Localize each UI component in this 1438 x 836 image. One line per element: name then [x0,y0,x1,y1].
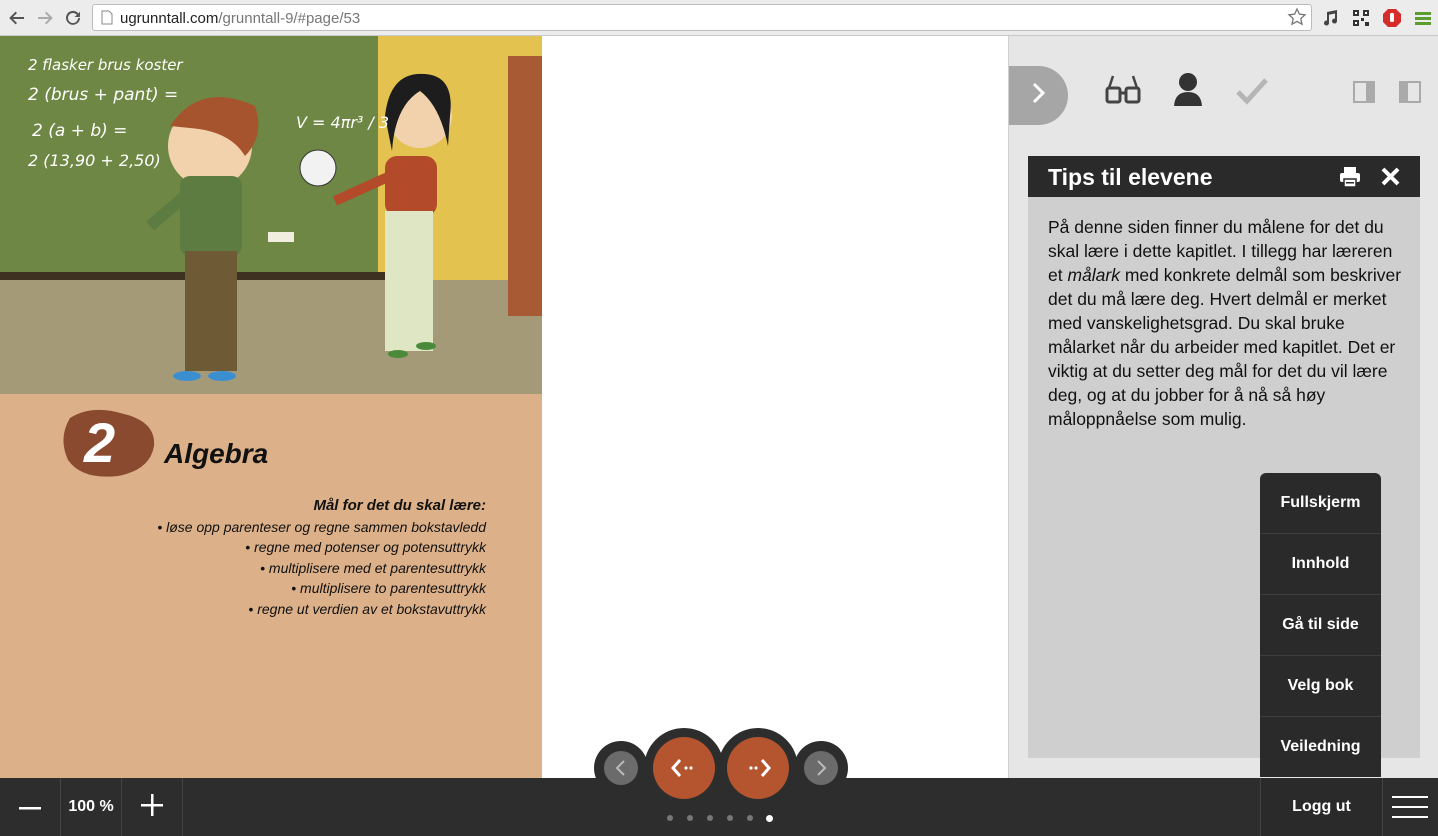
goal-item: • multiplisere to parentesuttrykk [291,580,486,596]
address-bar[interactable]: ugrunntall.com/grunntall-9/#page/53 [92,4,1312,31]
page-dot[interactable] [727,815,733,821]
layout-single-icon[interactable] [1353,81,1375,108]
tips-body: På denne siden finner du målene for det … [1048,215,1410,431]
chevron-right-icon [1032,82,1046,109]
close-icon[interactable] [1380,166,1401,192]
browser-toolbar: ugrunntall.com/grunntall-9/#page/53 [0,0,1438,36]
person-icon[interactable] [1171,72,1205,113]
menu-item-guide[interactable]: Veiledning [1260,717,1381,777]
menu-item-contents[interactable]: Innhold [1260,534,1381,595]
page-dot-active[interactable] [766,815,773,822]
chalkboard-formula: V = 4πr³ / 3 [296,113,389,132]
main-menu: Fullskjerm Innhold Gå til side Velg bok … [1260,473,1381,777]
reload-icon[interactable] [62,7,84,29]
star-icon[interactable] [1287,7,1307,32]
glasses-icon[interactable] [1105,74,1141,113]
goal-item: • regne med potenser og potensuttrykk [245,539,486,555]
page-dot[interactable] [667,815,673,821]
page-dot[interactable] [707,815,713,821]
goals-heading: Mål for det du skal lære: [313,497,486,514]
goal-item: • multiplisere med et parentesuttrykk [260,559,486,576]
chapter-goals: Mål for det du skal lære: • løse opp par… [157,496,486,619]
tips-text: med konkrete delmål som beskriver det du… [1048,265,1402,429]
menu-item-choose-book[interactable]: Velg bok [1260,656,1381,717]
chalkboard-line-3: 2 (a + b) = [32,121,127,141]
qr-icon[interactable] [1351,8,1371,28]
menu-item-goto-page[interactable]: Gå til side [1260,595,1381,656]
chapter-illustration: 2 flasker brus koster 2 (brus + pant) = … [0,36,542,394]
tips-title: Tips til elevene [1048,164,1213,190]
zoom-in-button[interactable] [122,778,183,836]
back-icon[interactable] [6,7,28,29]
hamburger-icon[interactable] [1392,796,1428,826]
page-icon [101,10,113,30]
tips-emphasis: målark [1067,265,1120,285]
next-spread-button[interactable] [727,737,789,799]
prev-spread-button[interactable] [653,737,715,799]
next-page-button[interactable] [804,751,838,785]
zoom-out-button[interactable] [0,778,61,836]
url-path: /grunntall-9/#page/53 [218,10,361,27]
menu-icon[interactable] [1413,8,1433,28]
adblock-icon[interactable] [1382,8,1402,28]
check-icon[interactable] [1235,76,1269,111]
goal-item: • løse opp parenteser og regne sammen bo… [157,518,486,535]
zoom-level: 100 % [61,778,122,836]
print-icon[interactable] [1339,166,1361,193]
chapter-number: 2 [84,411,116,474]
page-dot[interactable] [747,815,753,821]
layout-double-icon[interactable] [1399,81,1421,108]
panel-collapse-button[interactable] [1009,66,1068,125]
book-page-right [542,36,1008,778]
minus-icon [19,798,41,816]
plus-icon [141,793,163,821]
chalkboard-line-4: 2 (13,90 + 2,50) [28,151,161,170]
chapter-title: Algebra [164,438,269,469]
page-dot[interactable] [687,815,693,821]
menu-item-fullscreen[interactable]: Fullskjerm [1260,473,1381,534]
goal-item: • regne ut verdien av et bokstavuttrykk [248,600,486,617]
chalkboard-line-1: 2 flasker brus koster [28,56,183,74]
tips-header: Tips til elevene [1028,156,1420,197]
book-page-left: 2 flasker brus koster 2 (brus + pant) = … [0,36,542,778]
url-host: ugrunntall.com [120,10,219,27]
page-navigator [594,728,848,808]
prev-page-button[interactable] [604,751,638,785]
forward-icon[interactable] [34,7,56,29]
music-icon[interactable] [1320,8,1340,28]
logout-button[interactable]: Logg ut [1260,778,1383,836]
chalkboard-line-2: 2 (brus + pant) = [28,85,178,105]
